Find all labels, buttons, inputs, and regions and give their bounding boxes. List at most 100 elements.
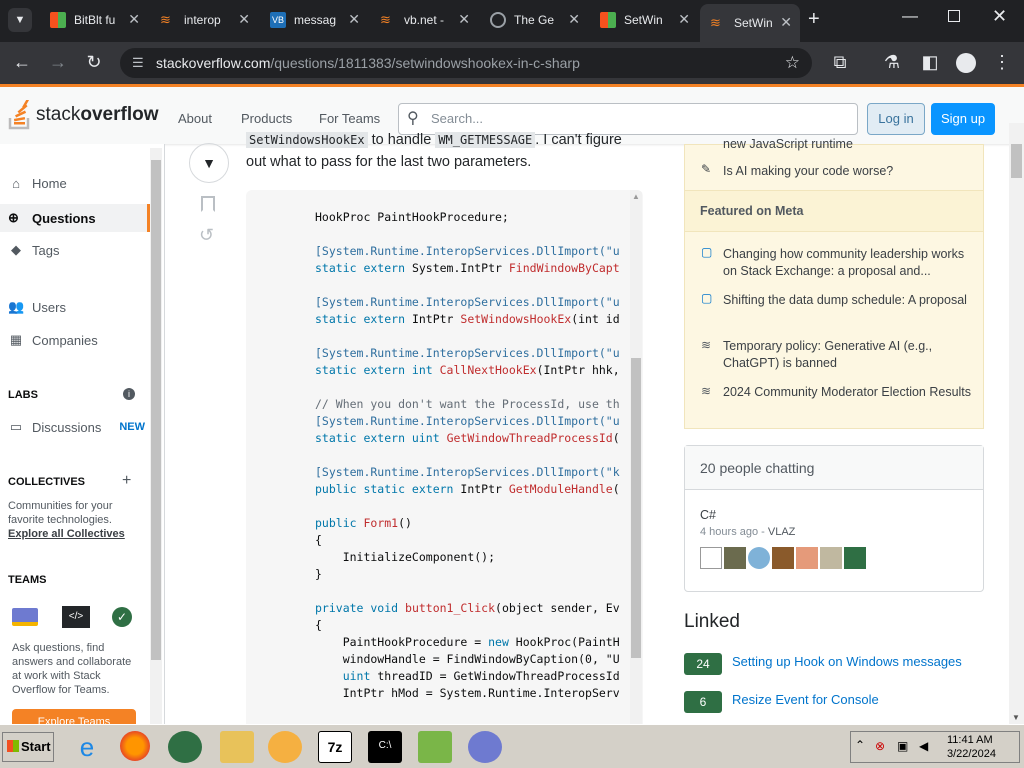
file-explorer-icon[interactable] [220,731,254,763]
start-button[interactable]: Start [2,732,54,762]
browser-tab[interactable]: VB messag ✕ [260,6,368,34]
scroll-up-arrow-icon[interactable]: ▲ [632,192,640,201]
explore-teams-button[interactable]: Explore Teams [12,709,136,724]
linked-question-link[interactable]: Resize Event for Console [732,692,879,707]
close-tab-icon[interactable]: ✕ [238,11,250,28]
system-tray: ⌃ ⊗ ▣ ◀ 11:41 AM 3/22/2024 [850,731,1020,763]
close-tab-icon[interactable]: ✕ [348,11,360,28]
code-scrollbar[interactable]: ▲ [630,190,642,730]
meta-speech-icon: ▢ [701,245,713,259]
close-tab-icon[interactable]: ✕ [458,11,470,28]
reload-icon[interactable]: ↻ [82,52,106,73]
app-loop-icon[interactable] [468,731,502,763]
minimize-window-icon[interactable]: — [902,8,918,26]
sidebar-item-label: Questions [32,210,96,226]
linked-question-link[interactable]: Setting up Hook on Windows messages [732,654,962,669]
media-player-icon[interactable] [268,731,302,763]
login-button[interactable]: Log in [867,103,925,135]
close-tab-icon[interactable]: ✕ [678,11,690,28]
browser-menu-icon[interactable]: ⋮ [990,52,1014,73]
close-window-icon[interactable]: ✕ [992,6,1007,27]
tray-expand-icon[interactable]: ⌃ [855,738,865,752]
user-avatar[interactable] [748,547,770,569]
user-avatar[interactable] [796,547,818,569]
browser-tab[interactable]: ≋ vb.net - ✕ [370,6,478,34]
sidebar-item-questions[interactable]: ⊕ Questions [0,204,150,232]
user-avatar[interactable] [724,547,746,569]
sidebar-item-companies[interactable]: ▦ Companies [8,332,98,348]
meta-item[interactable]: Shifting the data dump schedule: A propo… [723,292,973,309]
sidebar-item-home[interactable]: ⌂ Home [8,176,67,191]
bookmark-star-icon[interactable]: ☆ [785,48,800,78]
add-collective-icon[interactable]: + [122,472,131,490]
meta-item[interactable]: Changing how community leadership works … [723,246,973,280]
back-arrow-icon[interactable]: ← [10,52,34,73]
security-icon[interactable]: ▣ [897,739,908,753]
close-tab-icon[interactable]: ✕ [780,14,792,31]
meta-speech-icon: ▢ [701,291,713,305]
firefox-icon[interactable] [120,731,150,761]
meta-item[interactable]: 2024 Community Moderator Election Result… [723,384,973,401]
close-tab-icon[interactable]: ✕ [128,11,140,28]
signup-button[interactable]: Sign up [931,103,995,135]
browser-tab[interactable]: SetWin ✕ [590,6,698,34]
forward-arrow-icon[interactable]: → [46,52,70,73]
history-icon[interactable]: ↺ [199,225,214,246]
downvote-button[interactable]: ▼ [189,143,229,183]
browser-tab[interactable]: ≋ interop ✕ [150,6,258,34]
chat-room-link[interactable]: C# [700,508,716,522]
sidebar-item-tags[interactable]: ◆ Tags [8,242,59,258]
site-logo[interactable]: stack overflow [8,99,158,131]
clock-time[interactable]: 11:41 AM [947,734,993,746]
chrome-app-icon[interactable] [168,731,202,763]
tab-favicon-icon [50,12,66,28]
sidebar-scrollbar-thumb[interactable] [151,160,161,660]
profile-avatar-icon[interactable] [956,53,976,73]
network-icon[interactable]: ⊗ [875,739,885,753]
code-line: { [315,618,322,632]
site-info-icon[interactable]: ☰ [132,48,144,78]
collectives-description: favorite technologies. [8,514,112,526]
new-tab-button[interactable]: + [808,8,820,31]
page-scrollbar[interactable]: ▼ [1009,144,1024,724]
browser-tab[interactable]: BitBlt fu ✕ [40,6,148,34]
blog-item[interactable]: Is AI making your code worse? [723,163,973,180]
nav-for-teams[interactable]: For Teams [319,111,380,126]
tab-search-dropdown[interactable]: ▼ [8,8,32,32]
nav-about[interactable]: About [178,111,212,126]
code-scrollbar-thumb[interactable] [631,358,641,658]
clock-date[interactable]: 3/22/2024 [947,748,996,760]
side-panel-icon[interactable]: ◧ [918,52,942,73]
browser-tab[interactable]: The Ge ✕ [480,6,588,34]
meta-item[interactable]: Temporary policy: Generative AI (e.g., C… [723,338,973,372]
extensions-icon[interactable]: ⧉ [828,52,852,73]
page-scrollbar-thumb[interactable] [1011,144,1022,178]
browser-tab-active[interactable]: ≋ SetWin ✕ [700,4,800,42]
bookmark-icon[interactable] [201,196,215,212]
chart-app-icon[interactable] [418,731,452,763]
question-body-text: SetWindowsHookEx to handle WM_GETMESSAGE… [246,131,646,175]
internet-explorer-icon[interactable]: e [70,731,104,763]
7zip-icon[interactable]: 7z [318,731,352,763]
explore-collectives-link[interactable]: Explore all Collectives [8,527,125,541]
chat-avatars[interactable] [700,547,866,569]
nav-products[interactable]: Products [241,111,292,126]
scroll-down-arrow-icon[interactable]: ▼ [1012,713,1020,722]
close-tab-icon[interactable]: ✕ [568,11,580,28]
volume-icon[interactable]: ◀ [919,739,928,753]
user-avatar[interactable] [772,547,794,569]
chat-header[interactable]: 20 people chatting [685,446,983,490]
sidebar-item-users[interactable]: 👥 Users [8,299,66,315]
blog-item[interactable]: new JavaScript runtime [723,136,973,153]
user-avatar[interactable] [844,547,866,569]
restore-window-icon[interactable] [948,10,960,22]
sidebar-scrollbar[interactable] [150,148,162,724]
code-block[interactable]: HookProc PaintHookProcedure; [System.Run… [246,190,643,730]
user-avatar[interactable] [700,547,722,569]
user-avatar[interactable] [820,547,842,569]
labs-flask-icon[interactable]: ⚗ [880,52,904,73]
command-prompt-icon[interactable]: C:\ [368,731,402,763]
sidebar-item-discussions[interactable]: ▭ Discussions NEW [8,419,145,435]
info-icon[interactable]: i [123,388,135,400]
address-bar[interactable]: ☰ stackoverflow.com/questions/1811383/se… [120,48,812,78]
